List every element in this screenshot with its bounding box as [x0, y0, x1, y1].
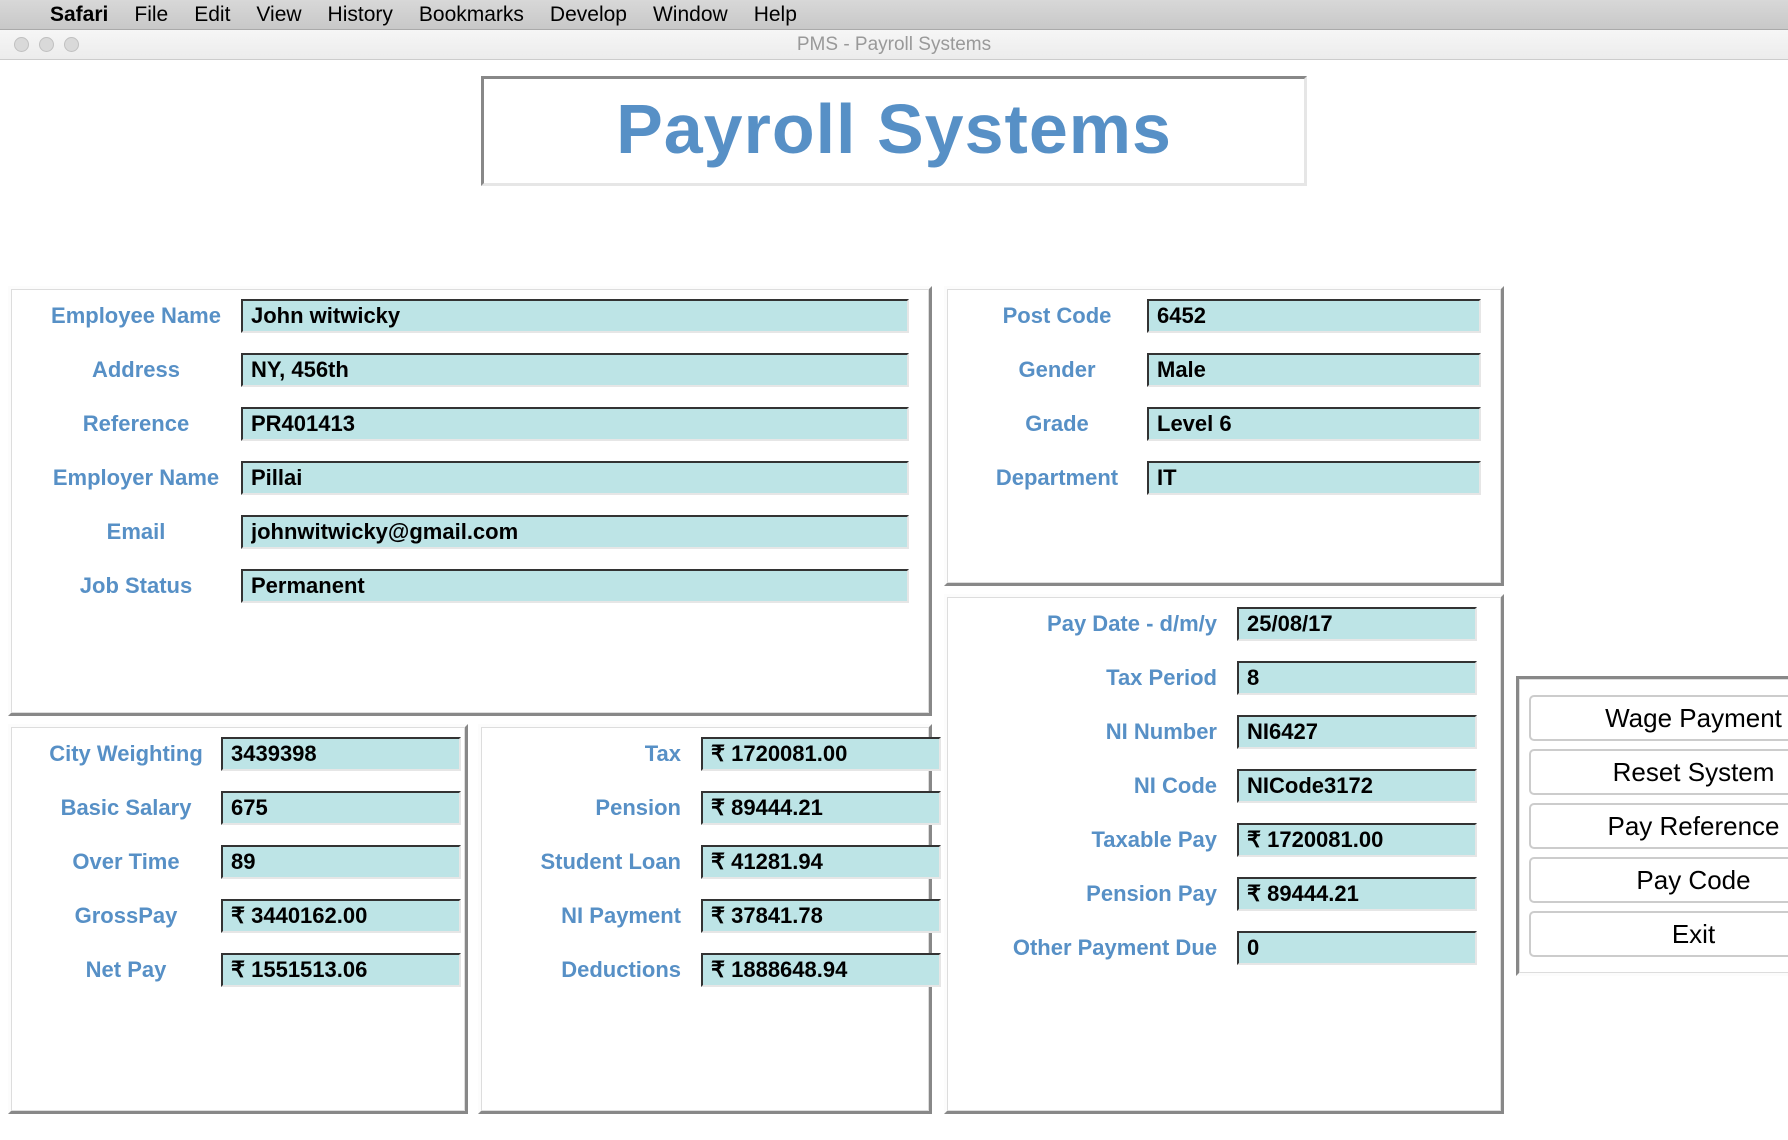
app-title: Payroll Systems — [524, 89, 1264, 169]
exit-button[interactable]: Exit — [1529, 911, 1788, 957]
menu-file[interactable]: File — [134, 3, 168, 27]
tax-label: Tax — [501, 741, 701, 767]
basic-salary-label: Basic Salary — [31, 795, 221, 821]
macos-menubar: Safari File Edit View History Bookmarks … — [0, 0, 1788, 30]
grosspay-label: GrossPay — [31, 903, 221, 929]
app-header-panel: Payroll Systems — [481, 76, 1307, 186]
netpay-input[interactable] — [221, 953, 461, 987]
job-status-label: Job Status — [31, 573, 241, 599]
tax-input[interactable] — [701, 737, 941, 771]
tax-period-input[interactable] — [1237, 661, 1477, 695]
window-titlebar: PMS - Payroll Systems — [0, 30, 1788, 60]
city-weighting-input[interactable] — [221, 737, 461, 771]
email-input[interactable] — [241, 515, 909, 549]
department-label: Department — [967, 465, 1147, 491]
menu-edit[interactable]: Edit — [194, 3, 230, 27]
taxable-pay-label: Taxable Pay — [967, 827, 1237, 853]
menu-develop[interactable]: Develop — [550, 3, 627, 27]
employee-panel: Employee Name Address Reference Employer… — [8, 286, 932, 716]
window-title: PMS - Payroll Systems — [797, 34, 991, 56]
pension-input[interactable] — [701, 791, 941, 825]
menu-window[interactable]: Window — [653, 3, 728, 27]
postcode-label: Post Code — [967, 303, 1147, 329]
menu-help[interactable]: Help — [754, 3, 797, 27]
menubar-app[interactable]: Safari — [50, 3, 108, 27]
job-status-input[interactable] — [241, 569, 909, 603]
address-input[interactable] — [241, 353, 909, 387]
ni-code-label: NI Code — [967, 773, 1237, 799]
basic-salary-input[interactable] — [221, 791, 461, 825]
other-payment-input[interactable] — [1237, 931, 1477, 965]
city-weighting-label: City Weighting — [31, 741, 221, 767]
deductions-input[interactable] — [701, 953, 941, 987]
grosspay-input[interactable] — [221, 899, 461, 933]
wage-payment-button[interactable]: Wage Payment — [1529, 695, 1788, 741]
employer-name-input[interactable] — [241, 461, 909, 495]
ni-payment-input[interactable] — [701, 899, 941, 933]
menu-history[interactable]: History — [328, 3, 393, 27]
other-payment-label: Other Payment Due — [967, 935, 1237, 961]
ni-number-label: NI Number — [967, 719, 1237, 745]
salary-panel: City Weighting Basic Salary Over Time Gr… — [8, 724, 468, 1114]
reference-label: Reference — [31, 411, 241, 437]
menu-bookmarks[interactable]: Bookmarks — [419, 3, 524, 27]
address-label: Address — [31, 357, 241, 383]
reference-input[interactable] — [241, 407, 909, 441]
gender-label: Gender — [967, 357, 1147, 383]
department-input[interactable] — [1147, 461, 1481, 495]
overtime-label: Over Time — [31, 849, 221, 875]
ni-code-input[interactable] — [1237, 769, 1477, 803]
meta-panel: Post Code Gender Grade Department — [944, 286, 1504, 586]
window-close-button[interactable] — [14, 37, 29, 52]
email-label: Email — [31, 519, 241, 545]
pension-pay-label: Pension Pay — [967, 881, 1237, 907]
pension-pay-input[interactable] — [1237, 877, 1477, 911]
student-loan-input[interactable] — [701, 845, 941, 879]
taxable-pay-input[interactable] — [1237, 823, 1477, 857]
pay-reference-button[interactable]: Pay Reference — [1529, 803, 1788, 849]
employee-name-input[interactable] — [241, 299, 909, 333]
menu-view[interactable]: View — [256, 3, 301, 27]
grade-label: Grade — [967, 411, 1147, 437]
tax-period-label: Tax Period — [967, 665, 1237, 691]
reset-system-button[interactable]: Reset System — [1529, 749, 1788, 795]
overtime-input[interactable] — [221, 845, 461, 879]
actions-panel: Wage Payment Reset System Pay Reference … — [1516, 676, 1788, 976]
deductions-label: Deductions — [501, 957, 701, 983]
pay-date-input[interactable] — [1237, 607, 1477, 641]
pay-code-button[interactable]: Pay Code — [1529, 857, 1788, 903]
ni-payment-label: NI Payment — [501, 903, 701, 929]
employee-name-label: Employee Name — [31, 303, 241, 329]
window-maximize-button[interactable] — [64, 37, 79, 52]
gender-input[interactable] — [1147, 353, 1481, 387]
postcode-input[interactable] — [1147, 299, 1481, 333]
payinfo-panel: Pay Date - d/m/y Tax Period NI Number NI… — [944, 594, 1504, 1114]
pay-date-label: Pay Date - d/m/y — [967, 611, 1237, 637]
window-minimize-button[interactable] — [39, 37, 54, 52]
student-loan-label: Student Loan — [501, 849, 701, 875]
netpay-label: Net Pay — [31, 957, 221, 983]
deductions-panel: Tax Pension Student Loan NI Payment Dedu… — [478, 724, 932, 1114]
ni-number-input[interactable] — [1237, 715, 1477, 749]
grade-input[interactable] — [1147, 407, 1481, 441]
employer-name-label: Employer Name — [31, 465, 241, 491]
pension-label: Pension — [501, 795, 701, 821]
